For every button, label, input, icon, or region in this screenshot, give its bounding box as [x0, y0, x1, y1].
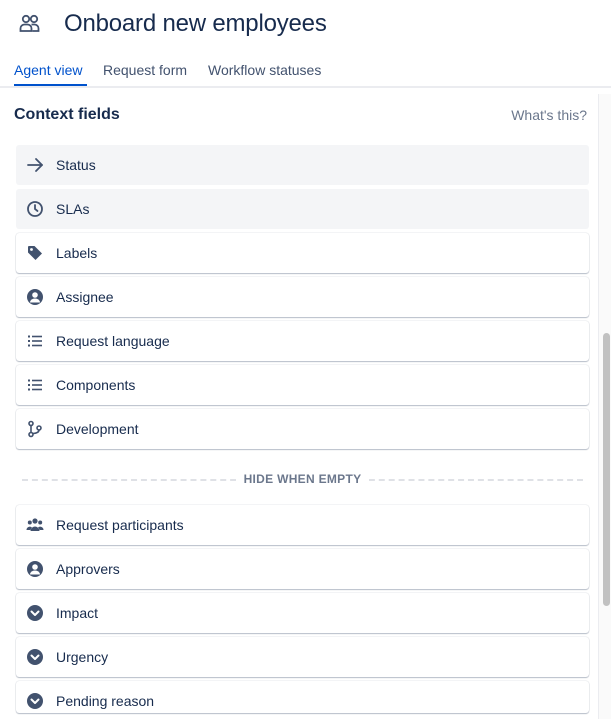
clock-icon — [26, 200, 44, 218]
list-icon — [26, 332, 44, 350]
field-approvers[interactable]: Approvers — [16, 549, 589, 589]
page-header: Onboard new employees — [0, 0, 611, 50]
people-icon — [19, 12, 41, 34]
chevron-circle-icon — [26, 692, 44, 710]
field-label: Urgency — [56, 649, 109, 665]
field-label: Labels — [56, 245, 98, 261]
branch-icon — [26, 420, 44, 438]
field-request-participants[interactable]: Request participants — [16, 505, 589, 545]
list-icon — [26, 376, 44, 394]
field-label: Development — [56, 421, 139, 437]
hide-when-empty-divider: HIDE WHEN EMPTY — [22, 470, 583, 488]
people-group-icon — [26, 516, 44, 534]
field-label: Assignee — [56, 289, 114, 305]
chevron-circle-icon — [26, 604, 44, 622]
field-assignee[interactable]: Assignee — [16, 277, 589, 317]
active-tab-indicator — [14, 84, 87, 86]
tab-request-form[interactable]: Request form — [103, 56, 187, 84]
arrow-right-icon — [26, 156, 44, 174]
tab-bar: Agent view Request form Workflow statuse… — [0, 56, 611, 88]
chevron-circle-icon — [26, 648, 44, 666]
field-slas: SLAs — [16, 189, 589, 229]
user-circle-icon — [26, 560, 44, 578]
divider-label: HIDE WHEN EMPTY — [235, 472, 370, 486]
tab-agent-view[interactable]: Agent view — [14, 56, 82, 84]
field-label: Status — [56, 157, 96, 173]
field-request-language[interactable]: Request language — [16, 321, 589, 361]
field-label: Impact — [56, 605, 99, 621]
field-impact[interactable]: Impact — [16, 593, 589, 633]
field-labels[interactable]: Labels — [16, 233, 589, 273]
field-label: SLAs — [56, 201, 90, 217]
field-urgency[interactable]: Urgency — [16, 637, 589, 677]
page-title: Onboard new employees — [64, 10, 327, 37]
user-circle-icon — [26, 288, 44, 306]
field-components[interactable]: Components — [16, 365, 589, 405]
field-label: Approvers — [56, 561, 120, 577]
field-label: Components — [56, 377, 136, 393]
field-development[interactable]: Development — [16, 409, 589, 449]
tab-workflow-statuses[interactable]: Workflow statuses — [208, 56, 321, 84]
scrollbar-thumb[interactable] — [603, 333, 610, 606]
tag-icon — [26, 244, 44, 262]
field-label: Pending reason — [56, 693, 155, 709]
field-label: Request participants — [56, 517, 184, 533]
field-pending-reason[interactable]: Pending reason — [16, 681, 589, 713]
whats-this-link[interactable]: What's this? — [511, 105, 587, 125]
field-status: Status — [16, 145, 589, 185]
field-label: Request language — [56, 333, 170, 349]
section-title: Context fields — [14, 106, 120, 123]
